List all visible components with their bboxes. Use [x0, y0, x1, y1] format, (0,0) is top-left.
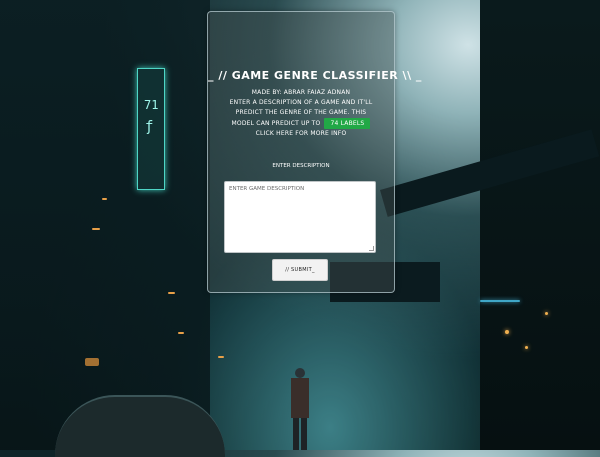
figure-body — [291, 378, 309, 418]
description-line-with-badge: MODEL CAN PREDICT UP TO 74 LABELS — [208, 118, 394, 129]
right-tower — [480, 0, 600, 450]
intro-text: MADE BY: ABRAR FAIAZ ADNAN ENTER A DESCR… — [208, 88, 394, 139]
window-light — [218, 356, 224, 358]
figure-leg — [301, 418, 307, 450]
figure — [289, 368, 311, 450]
left-building — [0, 0, 210, 450]
game-description-input[interactable]: ENTER GAME DESCRIPTION — [224, 181, 376, 253]
description-line: PREDICT THE GENRE OF THE GAME. THIS — [235, 109, 367, 116]
svg-text:71: 71 — [144, 98, 158, 112]
classifier-card: _ // GAME GENRE CLASSIFIER \\ _ MADE BY:… — [207, 11, 422, 293]
submit-button[interactable]: // SUBMIT_ — [272, 259, 328, 281]
svg-text:ƒ: ƒ — [145, 119, 153, 135]
description-line: ENTER A DESCRIPTION OF A GAME AND IT'LL — [229, 99, 373, 106]
window-light — [168, 292, 175, 294]
neon-sign-glyphs: 71 ƒ — [144, 98, 158, 135]
labels-count-badge: 74 LABELS — [324, 118, 371, 129]
figure-head — [295, 368, 305, 378]
description-label: ENTER DESCRIPTION — [272, 163, 330, 169]
window-light — [545, 312, 548, 315]
window-light — [92, 228, 100, 230]
author-line: MADE BY: ABRAR FAIAZ ADNAN — [251, 89, 351, 96]
shop-sign — [85, 358, 99, 366]
textarea-placeholder: ENTER GAME DESCRIPTION — [229, 186, 305, 192]
more-info-link[interactable]: CLICK HERE FOR MORE INFO — [208, 129, 394, 139]
window-light — [505, 330, 509, 334]
window-light — [102, 198, 107, 200]
neon-strip — [480, 300, 520, 302]
window-light — [178, 332, 184, 334]
window-light — [525, 346, 528, 349]
resize-handle-icon[interactable] — [369, 246, 374, 251]
page-title: _ // GAME GENRE CLASSIFIER \\ _ — [208, 69, 422, 82]
figure-leg — [293, 418, 299, 450]
description-line: MODEL CAN PREDICT UP TO — [231, 120, 321, 127]
neon-sign: 71 ƒ — [137, 68, 165, 190]
